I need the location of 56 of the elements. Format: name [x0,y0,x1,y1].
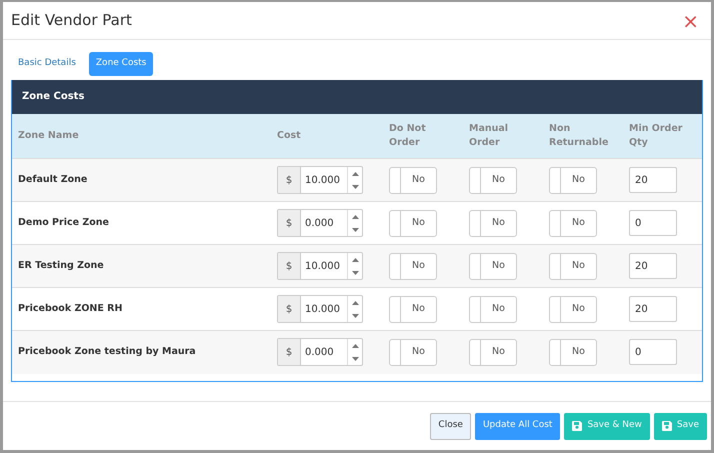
column-header: Non Returnable [543,114,623,158]
cost-spinner[interactable]: $ 10.000 [277,295,363,323]
toggle-switch[interactable]: No [389,210,437,236]
panel-title: Zone Costs [22,90,84,104]
toggle-switch[interactable]: No [469,338,517,366]
decrement-icon[interactable] [352,184,358,188]
quantity-field[interactable]: 20 [629,167,677,193]
increment-icon[interactable] [352,344,358,348]
table-cell: Pricebook ZONE RH [12,288,271,330]
column-header: Manual Order [463,114,543,158]
toggle-switch[interactable]: No [469,296,517,322]
cost-spinner[interactable]: $ 10.000 [277,252,363,280]
toggle-switch[interactable]: No [549,296,597,322]
toggle-switch[interactable]: No [549,252,597,280]
tab[interactable]: Basic Details [11,52,83,76]
close-button[interactable]: × [678,10,703,30]
quantity-field[interactable]: 0 [629,339,677,366]
table-cell: Demo Price Zone [12,202,271,244]
quantity-field[interactable]: 20 [629,253,677,279]
currency-addon: $ [278,167,301,193]
currency-addon: $ [278,339,301,366]
toggle-switch[interactable]: No [469,210,517,236]
increment-icon[interactable] [352,300,358,304]
increment-icon[interactable] [352,258,358,262]
increment-icon[interactable] [352,172,358,176]
toggle-switch[interactable]: No [469,252,517,280]
quantity-field[interactable]: 0 [629,210,677,236]
column-header: Cost [271,114,383,158]
toggle-switch[interactable]: No [549,338,597,366]
currency-addon: $ [278,296,301,322]
increment-icon[interactable] [352,214,358,218]
toggle-switch[interactable]: No [389,338,437,366]
decrement-icon[interactable] [352,314,358,318]
dialog-title: Edit Vendor Part [11,10,132,32]
table-cell: Pricebook Zone testing by Maura [12,330,271,374]
decrement-icon[interactable] [352,270,358,274]
close-button[interactable]: Close [430,412,471,440]
table-cell: Default Zone [12,158,271,202]
decrement-icon[interactable] [352,228,358,232]
currency-addon: $ [278,253,301,279]
table-cell: ER Testing Zone [12,244,271,288]
toggle-switch[interactable]: No [549,210,597,236]
cost-spinner[interactable]: $ 0.000 [277,209,363,237]
toggle-switch[interactable]: No [389,296,437,322]
decrement-icon[interactable] [352,356,358,361]
quantity-field[interactable]: 20 [629,296,677,322]
toggle-switch[interactable]: No [469,166,517,194]
cost-spinner[interactable]: $ 10.000 [277,166,363,194]
toggle-switch[interactable]: No [389,252,437,280]
column-header: Do Not Order [383,114,463,158]
cost-spinner[interactable]: $ 0.000 [277,338,363,366]
toggle-switch[interactable]: No [389,166,437,194]
column-header: Min Order Qty [623,114,702,158]
currency-addon: $ [278,210,301,236]
column-header: Zone Name [12,114,271,158]
toggle-switch[interactable]: No [549,166,597,194]
